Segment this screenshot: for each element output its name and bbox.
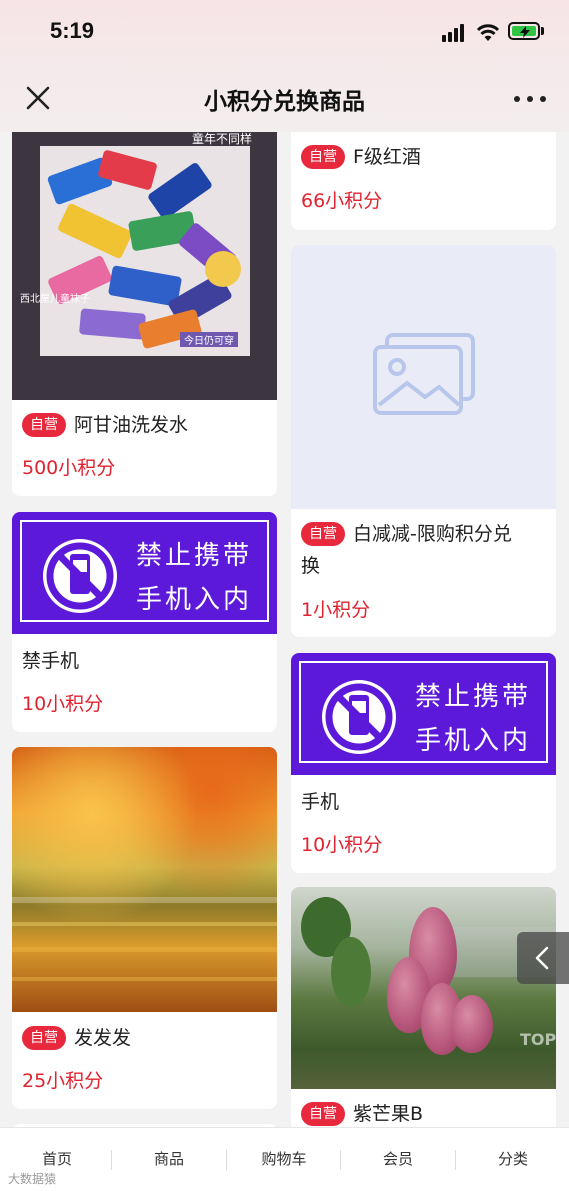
sign-text-line2: 手机入内 — [415, 726, 532, 756]
socks-caption-top: 童年不同样 — [192, 132, 253, 146]
product-card-mango[interactable]: 自营 紫芒果B — [291, 887, 556, 1137]
no-phone-icon — [43, 539, 117, 613]
tab-category[interactable]: 分类 — [456, 1148, 569, 1169]
product-image-autumn-leaves — [12, 747, 277, 1012]
socks-caption-bottom: 今日仍可穿 — [180, 332, 238, 347]
self-operated-badge: 自营 — [301, 522, 345, 546]
navigation-bar: 小积分兑换商品 — [0, 64, 569, 132]
product-title-row: 自营 紫芒果B — [301, 1099, 546, 1129]
socks-caption-left: 西北屋儿童袜子 — [20, 294, 90, 305]
no-phone-icon — [322, 680, 396, 754]
product-title-row: 自营 F级红酒 — [301, 142, 546, 172]
product-title: 手机 — [301, 791, 340, 813]
product-title-row: 自营 阿甘油洗发水 — [22, 410, 267, 440]
product-card-socks[interactable]: 童年不同样 西北屋儿童袜子 今日仍可穿 自营 阿甘油洗发水 500小积分 — [12, 120, 277, 496]
product-title: F级红酒 — [353, 146, 421, 168]
more-options-icon[interactable] — [508, 84, 552, 112]
product-image-no-phone-sign: 禁止携带 手机入内 — [12, 512, 277, 634]
tab-home[interactable]: 首页 — [0, 1148, 114, 1169]
product-card-phone[interactable]: 禁止携带 手机入内 手机 10小积分 — [291, 653, 556, 873]
product-price: 1小积分 — [301, 599, 371, 621]
product-image-no-phone-sign: 禁止携带 手机入内 — [291, 653, 556, 775]
product-image-placeholder — [291, 245, 556, 509]
image-placeholder-icon — [373, 333, 475, 415]
product-title-row: 禁手机 — [22, 646, 267, 676]
product-card-no-phone[interactable]: 禁止携带 手机入内 禁手机 10小积分 — [12, 512, 277, 732]
product-image-mango — [291, 887, 556, 1089]
product-title: 紫芒果B — [353, 1103, 424, 1125]
product-price: 66小积分 — [301, 190, 383, 212]
product-title-line1: 白减减-限购积分兑 — [353, 523, 512, 545]
product-title: 阿甘油洗发水 — [74, 414, 189, 436]
bottom-tab-bar: 首页 商品 购物车 会员 分类 — [0, 1127, 569, 1191]
product-card-autumn[interactable]: 自营 发发发 25小积分 — [12, 747, 277, 1109]
battery-icon — [508, 22, 540, 40]
product-title: 禁手机 — [22, 650, 80, 672]
chevron-left-icon — [535, 946, 549, 970]
wifi-icon — [476, 24, 500, 41]
product-title-row: 手机 — [301, 787, 546, 817]
self-operated-badge: 自营 — [301, 1102, 345, 1126]
side-panel-toggle[interactable] — [517, 932, 569, 984]
product-price: 10小积分 — [301, 834, 383, 856]
back-to-top-button[interactable]: TOP — [520, 1030, 556, 1049]
product-card-whitereduce[interactable]: 自营 白减减-限购积分兑 换 1小积分 — [291, 245, 556, 637]
tab-cart[interactable]: 购物车 — [227, 1148, 341, 1169]
product-image-socks: 童年不同样 西北屋儿童袜子 今日仍可穿 — [12, 120, 277, 400]
product-price: 10小积分 — [22, 693, 104, 715]
product-title-row: 自营 发发发 — [22, 1023, 267, 1053]
product-title-row: 自营 白减减-限购积分兑 — [301, 519, 546, 549]
status-time: 5:19 — [50, 18, 95, 43]
sign-text-line2: 手机入内 — [136, 585, 253, 615]
cellular-signal-icon — [442, 24, 468, 42]
page-title: 小积分兑换商品 — [204, 89, 365, 115]
product-price: 500小积分 — [22, 457, 116, 479]
tab-products[interactable]: 商品 — [112, 1148, 226, 1169]
product-price: 25小积分 — [22, 1070, 104, 1092]
self-operated-badge: 自营 — [22, 1026, 66, 1050]
self-operated-badge: 自营 — [22, 413, 66, 437]
sign-text-line1: 禁止携带 — [136, 541, 253, 571]
self-operated-badge: 自营 — [301, 145, 345, 169]
status-bar: 5:19 — [0, 0, 569, 64]
product-title: 发发发 — [74, 1027, 132, 1049]
watermark-text: 大数据猿 — [8, 1172, 57, 1186]
sign-text-line1: 禁止携带 — [415, 682, 532, 712]
tab-member[interactable]: 会员 — [341, 1148, 455, 1169]
product-title-line2: 换 — [301, 555, 321, 577]
